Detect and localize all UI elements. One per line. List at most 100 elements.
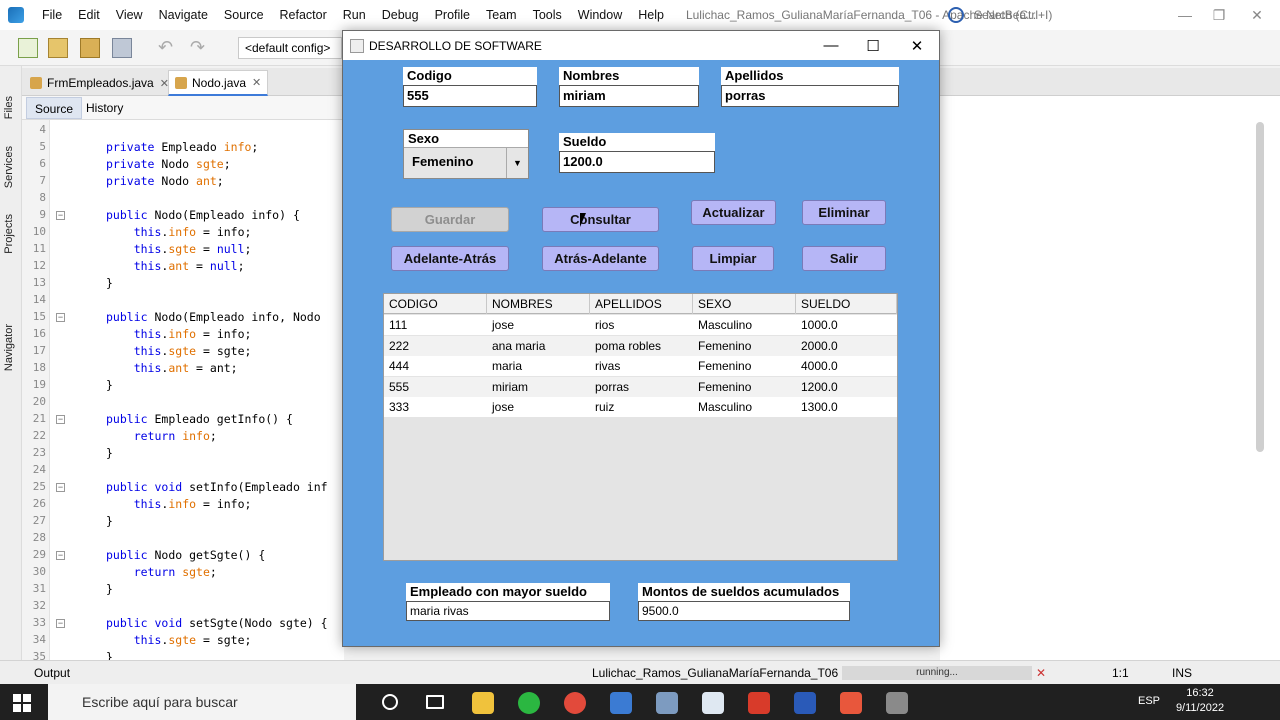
actualizar-button[interactable]: Actualizar — [691, 200, 776, 225]
atras-adelante-button[interactable]: Atrás-Adelante — [542, 246, 659, 271]
code-editor[interactable] — [50, 120, 344, 660]
app-maximize-button[interactable]: ☐ — [851, 31, 895, 60]
table-cell: rivas — [595, 359, 621, 374]
codigo-input[interactable]: 555 — [403, 85, 537, 107]
menu-view[interactable]: View — [108, 8, 151, 22]
line-number: 11 — [32, 242, 46, 255]
app-icon[interactable] — [702, 692, 724, 714]
menu-help[interactable]: Help — [630, 8, 672, 22]
tab-nodo[interactable]: Nodo.java ✕ — [168, 70, 269, 96]
column-header[interactable]: CODIGO — [384, 294, 487, 314]
menu-file[interactable]: File — [34, 8, 70, 22]
windows-start-icon[interactable] — [12, 693, 32, 713]
side-tab-services[interactable]: Services — [3, 146, 15, 188]
menu-navigate[interactable]: Navigate — [151, 8, 216, 22]
config-select[interactable]: <default config> — [238, 37, 342, 59]
redo-icon[interactable]: ↷ — [190, 38, 210, 58]
code-line: public Nodo getSgte() { — [106, 548, 266, 562]
consultar-button[interactable]: Consultar — [542, 207, 659, 232]
word-icon[interactable] — [794, 692, 816, 714]
chrome-icon[interactable] — [564, 692, 586, 714]
table-cell: jose — [492, 318, 515, 332]
table-row[interactable]: 555 miriam porras Femenino 1200.0 — [384, 376, 897, 397]
close-icon[interactable]: ✕ — [252, 76, 261, 89]
code-line: } — [106, 378, 113, 392]
adelante-atras-button[interactable]: Adelante-Atrás — [391, 246, 509, 271]
menu-profile[interactable]: Profile — [427, 8, 478, 22]
windows-taskbar: Escribe aquí para buscar ESP 16:32 9/11/… — [0, 684, 1280, 720]
tab-frmempleados[interactable]: FrmEmpleados.java ✕ — [24, 70, 175, 96]
sueldo-label: Sueldo — [559, 133, 715, 151]
apellidos-input[interactable]: porras — [721, 85, 899, 107]
fold-toggle-icon[interactable]: − — [56, 211, 65, 220]
tab-source[interactable]: Source — [26, 97, 83, 119]
menu-edit[interactable]: Edit — [70, 8, 108, 22]
task-view-icon[interactable] — [426, 695, 444, 709]
acrobat-icon[interactable] — [748, 692, 770, 714]
app-icon[interactable] — [610, 692, 632, 714]
menu-tools[interactable]: Tools — [525, 8, 570, 22]
mayor-sueldo-label: Empleado con mayor sueldo — [406, 583, 610, 601]
column-header[interactable]: APELLIDOS — [590, 294, 693, 314]
salir-button[interactable]: Salir — [802, 246, 886, 271]
new-project-icon[interactable] — [48, 38, 68, 58]
code-line: return sgte; — [133, 565, 217, 579]
montos-acumulados-input[interactable]: 9500.0 — [638, 601, 850, 621]
output-tab[interactable]: Output — [34, 666, 70, 680]
taskbar-search[interactable]: Escribe aquí para buscar — [48, 684, 356, 720]
column-header[interactable]: NOMBRES — [487, 294, 590, 314]
fold-toggle-icon[interactable]: − — [56, 483, 65, 492]
column-header[interactable]: SEXO — [693, 294, 796, 314]
fold-toggle-icon[interactable]: − — [56, 415, 65, 424]
sueldo-input[interactable]: 1200.0 — [559, 151, 715, 173]
column-header[interactable]: SUELDO — [796, 294, 897, 314]
save-all-icon[interactable] — [112, 38, 132, 58]
menu-window[interactable]: Window — [570, 8, 630, 22]
app-icon[interactable] — [840, 692, 862, 714]
taskbar-clock[interactable]: 16:32 9/11/2022 — [1170, 686, 1230, 716]
stop-icon[interactable]: ✕ — [1036, 666, 1046, 680]
editor-scrollbar[interactable] — [1256, 122, 1264, 452]
table-row[interactable]: 222 ana maria poma robles Femenino 2000.0 — [384, 335, 897, 356]
line-number: 27 — [32, 514, 46, 527]
line-number: 34 — [32, 633, 46, 646]
menu-source[interactable]: Source — [216, 8, 272, 22]
undo-icon[interactable]: ↶ — [158, 38, 178, 58]
ide-search-box[interactable]: Search (Ctrl+I) — [948, 4, 1154, 26]
side-tab-navigator[interactable]: Navigator — [3, 324, 15, 371]
side-tab-files[interactable]: Files — [3, 96, 15, 119]
side-tab-projects[interactable]: Projects — [3, 214, 15, 254]
menu-run[interactable]: Run — [335, 8, 374, 22]
table-row[interactable]: 444 maria rivas Femenino 4000.0 — [384, 356, 897, 377]
sexo-select[interactable]: Sexo Femenino ▼ — [403, 129, 529, 179]
menu-refactor[interactable]: Refactor — [272, 8, 335, 22]
whatsapp-icon[interactable] — [518, 692, 540, 714]
empleados-table[interactable]: CODIGO NOMBRES APELLIDOS SEXO SUELDO 111 jose… — [383, 293, 898, 561]
limpiar-button[interactable]: Limpiar — [692, 246, 774, 271]
ide-search-placeholder: Search (Ctrl+I) — [974, 8, 1053, 22]
mayor-sueldo-input[interactable]: maria rivas — [406, 601, 610, 621]
input-language[interactable]: ESP — [1138, 695, 1160, 707]
eliminar-button[interactable]: Eliminar — [802, 200, 886, 225]
ide-close-button[interactable]: ✕ — [1234, 0, 1280, 30]
menu-team[interactable]: Team — [478, 8, 525, 22]
tab-history[interactable]: History — [80, 97, 129, 119]
nombres-input[interactable]: miriam — [559, 85, 699, 107]
file-explorer-icon[interactable] — [472, 692, 494, 714]
app-minimize-button[interactable]: — — [809, 31, 853, 60]
line-number: 14 — [32, 293, 46, 306]
app-icon[interactable] — [656, 692, 678, 714]
guardar-button[interactable]: Guardar — [391, 207, 509, 232]
java-app-icon[interactable] — [886, 692, 908, 714]
menu-debug[interactable]: Debug — [374, 8, 427, 22]
open-project-icon[interactable] — [80, 38, 100, 58]
table-row[interactable]: 111 jose rios Masculino 1000.0 — [384, 315, 897, 335]
new-file-icon[interactable] — [18, 38, 38, 58]
fold-toggle-icon[interactable]: − — [56, 619, 65, 628]
fold-toggle-icon[interactable]: − — [56, 313, 65, 322]
chevron-down-icon[interactable]: ▼ — [506, 148, 528, 178]
fold-toggle-icon[interactable]: − — [56, 551, 65, 560]
table-row[interactable]: 333 jose ruiz Masculino 1300.0 — [384, 397, 897, 418]
cortana-icon[interactable] — [382, 694, 398, 710]
app-close-button[interactable]: ✕ — [895, 31, 939, 60]
